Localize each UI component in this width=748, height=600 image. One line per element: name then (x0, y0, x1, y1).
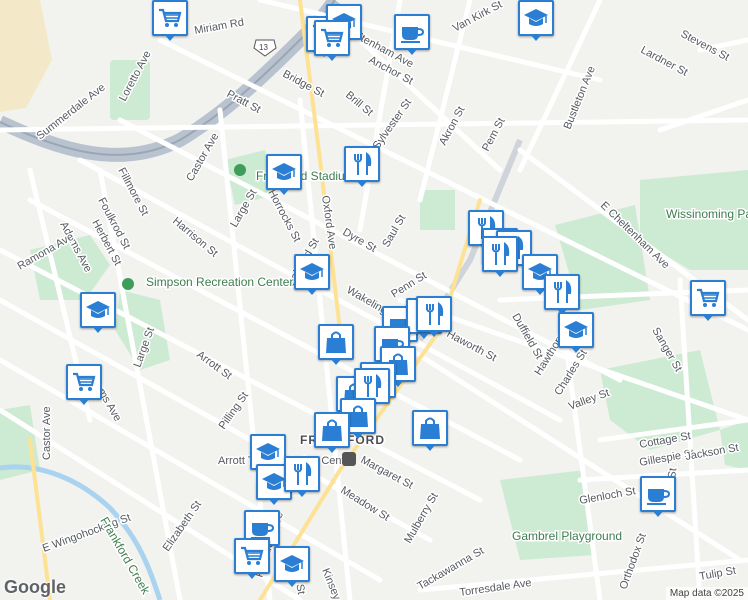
shopping-cart-icon (73, 372, 96, 391)
fork-knife-icon (354, 151, 372, 175)
simpson-pin-icon[interactable] (122, 278, 134, 290)
subway-station-icon[interactable] (342, 452, 356, 466)
map-marker[interactable] (152, 0, 188, 42)
fork-knife-icon (492, 241, 510, 265)
map-marker[interactable] (318, 324, 354, 366)
fork-knife-icon (554, 279, 572, 303)
map-marker[interactable] (416, 296, 452, 338)
map-marker[interactable] (412, 410, 448, 452)
graduation-cap-icon (300, 263, 324, 280)
graduation-cap-icon (272, 163, 296, 180)
place-label-gambrel[interactable]: Gambrel Playground (511, 528, 624, 545)
map-marker[interactable] (314, 412, 350, 454)
fork-knife-icon (294, 461, 312, 485)
graduation-cap-icon (564, 321, 588, 338)
map-marker[interactable] (482, 236, 518, 278)
map-marker[interactable] (314, 20, 350, 62)
map-marker[interactable] (394, 14, 430, 56)
shopping-bag-icon (322, 419, 342, 441)
coffee-cup-icon (401, 27, 425, 43)
shopping-cart-icon (697, 288, 720, 307)
graduation-cap-icon (86, 301, 110, 318)
coffee-cup-icon (647, 489, 671, 505)
map-marker[interactable] (80, 292, 116, 334)
graduation-cap-icon (280, 555, 304, 572)
graduation-cap-icon (256, 443, 280, 460)
map-marker[interactable] (274, 546, 310, 588)
map-marker[interactable] (344, 146, 380, 188)
street-label: Castor Ave (41, 406, 53, 460)
map-marker[interactable] (266, 154, 302, 196)
map-marker[interactable] (518, 0, 554, 42)
map-marker[interactable] (558, 312, 594, 354)
shopping-bag-icon (326, 331, 346, 353)
stadium-pin-icon[interactable] (234, 164, 246, 176)
map-marker[interactable] (544, 274, 580, 316)
map-marker[interactable] (294, 254, 330, 296)
shopping-bag-icon (420, 417, 440, 439)
map-marker[interactable] (66, 364, 102, 406)
shopping-cart-icon (241, 546, 264, 565)
fork-knife-icon (426, 301, 444, 325)
svg-text:13: 13 (259, 43, 268, 52)
map-marker[interactable] (284, 456, 320, 498)
place-label-wissinoming[interactable]: Wissinoming Park (665, 206, 748, 223)
shopping-cart-icon (321, 28, 344, 47)
map-marker[interactable] (690, 280, 726, 322)
fork-knife-icon (364, 373, 382, 397)
shopping-cart-icon (159, 8, 182, 27)
google-logo: Google (4, 577, 66, 597)
graduation-cap-icon (524, 9, 548, 26)
map-attribution[interactable]: Map data ©2025 (665, 587, 748, 600)
place-label-simpson[interactable]: Simpson Recreation Center (145, 274, 295, 291)
map-marker[interactable] (234, 538, 270, 580)
map-marker[interactable] (640, 476, 676, 518)
